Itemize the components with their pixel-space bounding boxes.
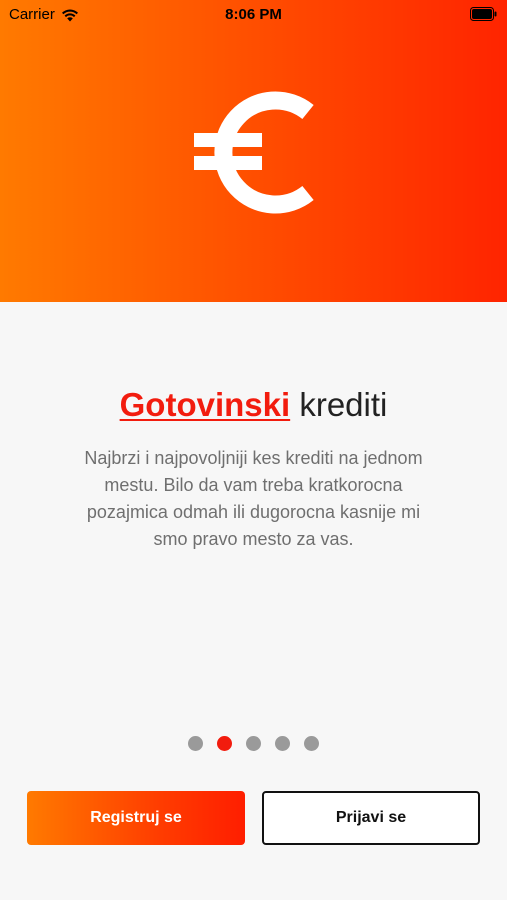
battery-icon xyxy=(470,7,497,21)
register-button[interactable]: Registruj se xyxy=(27,791,245,845)
page-description: Najbrzi i najpovoljniji kes krediti na j… xyxy=(84,448,423,549)
euro-icon xyxy=(194,91,314,214)
title-rest: krediti xyxy=(290,386,388,423)
page-indicator xyxy=(0,736,507,751)
hero-banner: Carrier 8:06 PM xyxy=(0,0,507,302)
page-dot-1[interactable] xyxy=(188,736,203,751)
login-button[interactable]: Prijavi se xyxy=(262,791,480,845)
onboarding-content: Gotovinski krediti Najbrzi i najpovoljni… xyxy=(0,302,507,900)
page-dot-4[interactable] xyxy=(275,736,290,751)
page-dot-2[interactable] xyxy=(217,736,232,751)
status-bar: Carrier 8:06 PM xyxy=(0,0,507,30)
page-dot-5[interactable] xyxy=(304,736,319,751)
page-dot-3[interactable] xyxy=(246,736,261,751)
page-title: Gotovinski krediti xyxy=(0,386,507,424)
status-time: 8:06 PM xyxy=(225,6,282,23)
title-accent: Gotovinski xyxy=(119,386,291,423)
